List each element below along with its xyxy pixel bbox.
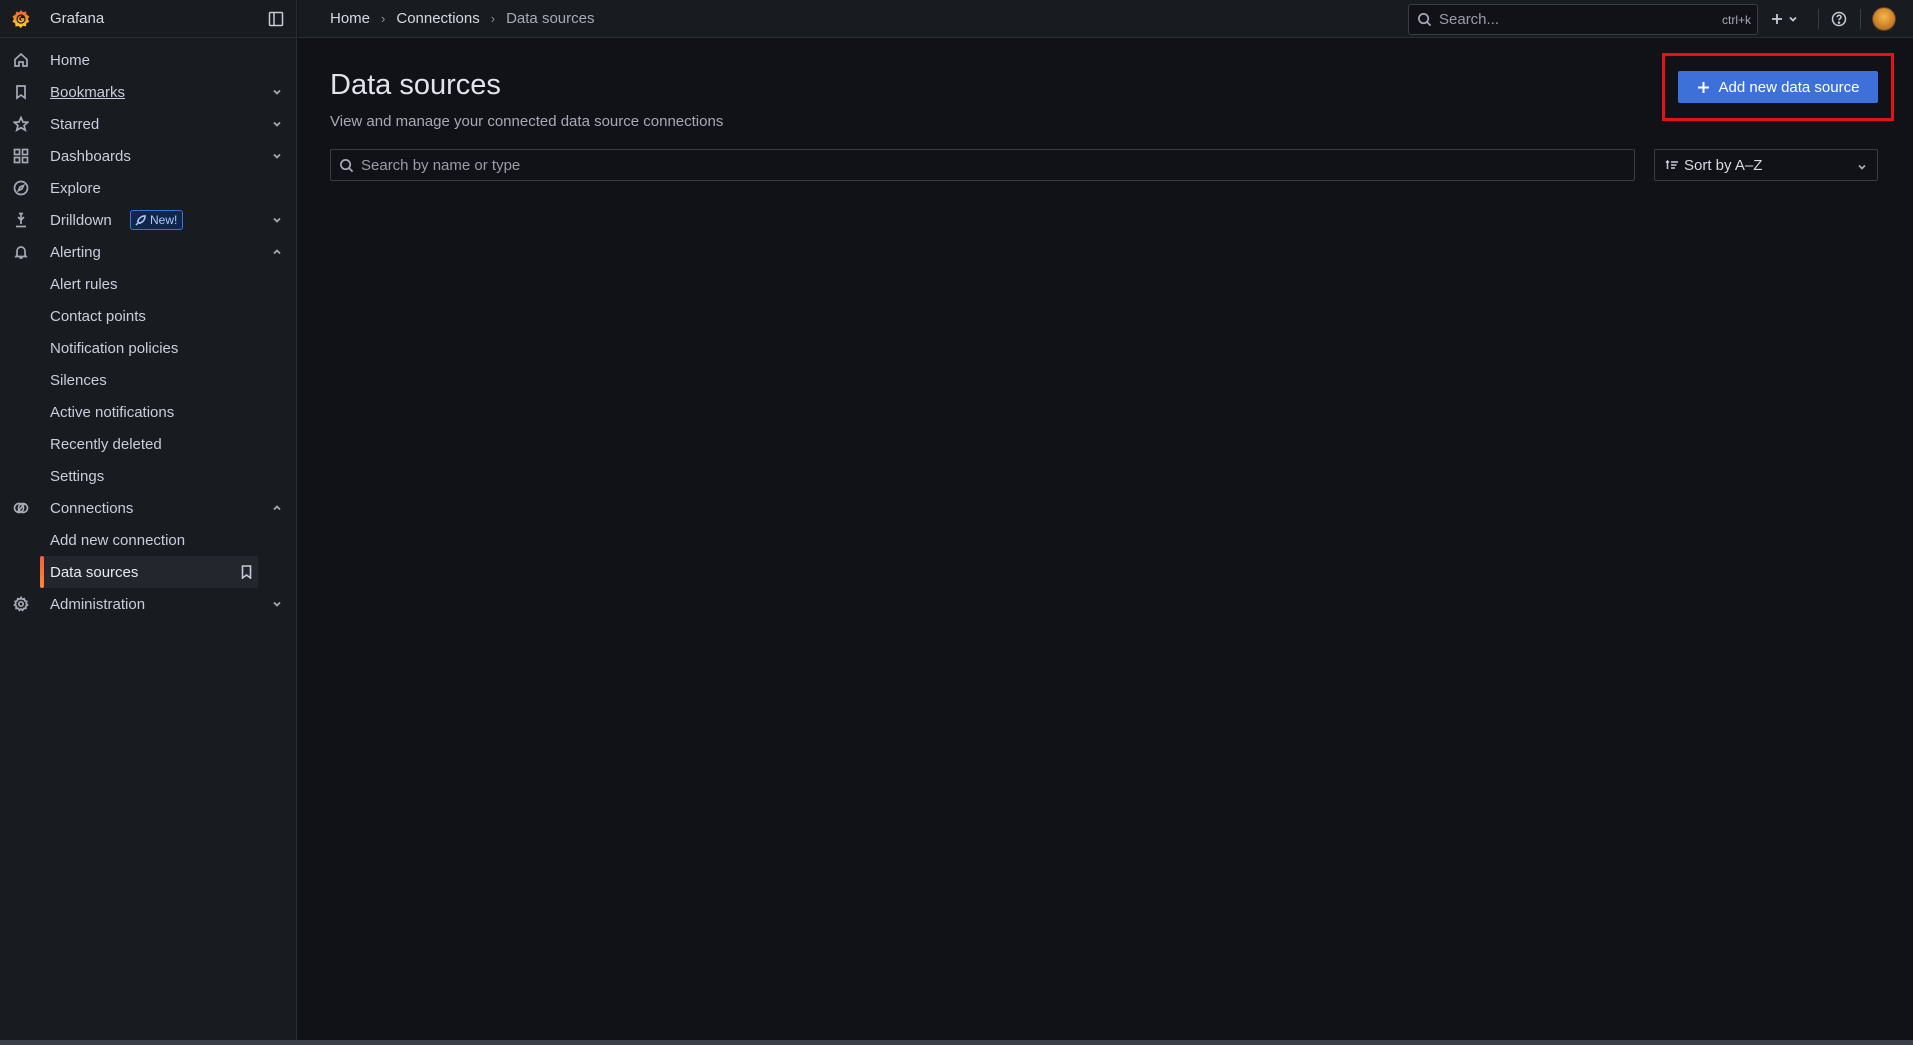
search-icon — [1418, 13, 1432, 27]
sidebar-item-label: Starred — [50, 115, 100, 133]
plus-icon — [1772, 14, 1782, 24]
data-source-search-field[interactable] — [330, 149, 1635, 181]
sidebar-item-label: Home — [50, 51, 91, 69]
sidebar-subitem-label: Silences — [50, 371, 107, 389]
chevron-down-icon — [1858, 164, 1866, 170]
window-bottom-edge — [0, 1040, 1913, 1045]
chevron-up-icon[interactable] — [272, 503, 282, 513]
chevron-down-icon[interactable] — [272, 119, 282, 129]
sidebar-subitem-label: Settings — [50, 467, 105, 485]
home-icon — [14, 52, 28, 67]
chevron-down-icon[interactable] — [272, 151, 282, 161]
sidebar-subitem-alert-rules[interactable]: Alert rules — [0, 268, 296, 300]
sort-select[interactable]: Sort by A–Z — [1654, 149, 1878, 181]
search-shortcut-hint: ctrl+k — [1721, 13, 1751, 27]
user-avatar[interactable] — [1872, 7, 1896, 31]
chevron-down-icon — [1789, 16, 1797, 22]
sidebar-item-home[interactable]: Home — [0, 44, 296, 76]
breadcrumb-separator-icon: › — [490, 11, 496, 26]
bookmark-icon — [16, 85, 26, 100]
help-icon[interactable] — [1831, 11, 1847, 27]
sidebar-subitem-label: Add new connection — [50, 531, 186, 549]
sidebar-subitem-add-new-connection[interactable]: Add new connection — [0, 524, 296, 556]
app-title: Grafana — [50, 10, 105, 27]
sidebar-subitem-active-notifications[interactable]: Active notifications — [0, 396, 296, 428]
chevron-up-icon[interactable] — [272, 247, 282, 257]
sidebar-subitem-notification-policies[interactable]: Notification policies — [0, 332, 296, 364]
sidebar-subitem-contact-points[interactable]: Contact points — [0, 300, 296, 332]
bookmark-icon[interactable] — [240, 565, 253, 579]
sidebar-subitem-label: Data sources — [50, 563, 139, 581]
sidebar-item-label: Bookmarks — [50, 83, 126, 101]
breadcrumb-data-sources: Data sources — [506, 10, 595, 27]
global-search-input[interactable]: Search... ctrl+k — [1408, 4, 1758, 35]
add-button-label: Add new data source — [1718, 78, 1860, 96]
sidebar-item-label: Drilldown — [50, 211, 112, 229]
new-badge: New! — [130, 210, 184, 230]
sidebar-subitem-label: Recently deleted — [50, 435, 162, 453]
top-bar: Home › Connections › Data sources Search… — [298, 0, 1913, 38]
sidebar-subitem-silences[interactable]: Silences — [0, 364, 296, 396]
sidebar-subitem-label: Contact points — [50, 307, 146, 325]
badge-label: New! — [150, 213, 178, 227]
compass-icon — [13, 180, 29, 196]
dock-menu-icon[interactable] — [268, 11, 284, 27]
bell-icon — [14, 246, 28, 259]
sort-select-value: Sort by A–Z — [1684, 156, 1763, 174]
search-icon — [340, 158, 354, 172]
rocket-icon — [135, 214, 146, 226]
sidebar-item-dashboards[interactable]: Dashboards — [0, 140, 296, 172]
sidebar-subitem-data-sources[interactable]: Data sources — [40, 556, 258, 588]
breadcrumb-separator-icon: › — [381, 11, 386, 26]
sort-ascending-icon — [1665, 159, 1678, 169]
sidebar: Grafana Home Bookmarks Starred Dashboard… — [0, 0, 297, 1040]
chevron-down-icon[interactable] — [272, 215, 282, 225]
sidebar-subitem-label: Notification policies — [50, 339, 179, 357]
global-search-placeholder: Search... — [1439, 11, 1500, 28]
sidebar-subitem-recently-deleted[interactable]: Recently deleted — [0, 428, 296, 460]
toolbar-divider — [1860, 9, 1861, 29]
page-subtitle: View and manage your connected data sour… — [330, 113, 724, 130]
chevron-down-icon[interactable] — [272, 87, 282, 97]
grafana-logo-icon[interactable] — [10, 8, 32, 30]
new-item-menu-button[interactable] — [1770, 9, 1810, 29]
sidebar-item-label: Connections — [50, 499, 134, 517]
sidebar-header: Grafana — [0, 0, 296, 38]
breadcrumb: Home › Connections › Data sources — [330, 10, 594, 27]
plus-icon — [1697, 81, 1709, 93]
sidebar-subitem-label: Active notifications — [50, 403, 175, 421]
sidebar-item-bookmarks[interactable]: Bookmarks — [0, 76, 296, 108]
sidebar-item-label: Explore — [50, 179, 101, 197]
data-source-search-input[interactable] — [361, 156, 1634, 174]
chevron-down-icon[interactable] — [272, 599, 282, 609]
sidebar-item-connections[interactable]: Connections — [0, 492, 296, 524]
sidebar-item-administration[interactable]: Administration — [0, 588, 296, 620]
sidebar-item-starred[interactable]: Starred — [0, 108, 296, 140]
sidebar-item-label: Administration — [50, 595, 146, 613]
dashboards-grid-icon — [13, 148, 29, 164]
main-content: Data sources View and manage your connec… — [298, 39, 1913, 1040]
sidebar-item-drilldown[interactable]: Drilldown New! — [0, 204, 296, 236]
connections-icon — [13, 502, 29, 514]
add-new-data-source-button[interactable]: Add new data source — [1678, 71, 1878, 103]
star-icon — [13, 116, 29, 132]
drilldown-icon — [16, 212, 26, 228]
sidebar-item-label: Alerting — [50, 243, 101, 261]
sidebar-item-label: Dashboards — [50, 147, 131, 165]
toolbar-divider — [1818, 9, 1819, 29]
breadcrumb-connections[interactable]: Connections — [396, 10, 479, 27]
sidebar-item-explore[interactable]: Explore — [0, 172, 296, 204]
sidebar-subitem-settings[interactable]: Settings — [0, 460, 296, 492]
sidebar-item-alerting[interactable]: Alerting — [0, 236, 296, 268]
breadcrumb-home[interactable]: Home — [330, 10, 370, 27]
page-title: Data sources — [330, 69, 501, 101]
app-root: Grafana Home Bookmarks Starred Dashboard… — [0, 0, 1913, 1045]
gear-icon — [13, 596, 29, 612]
sidebar-nav: Home Bookmarks Starred Dashboards Explor… — [0, 38, 296, 620]
sidebar-subitem-label: Alert rules — [50, 275, 118, 293]
